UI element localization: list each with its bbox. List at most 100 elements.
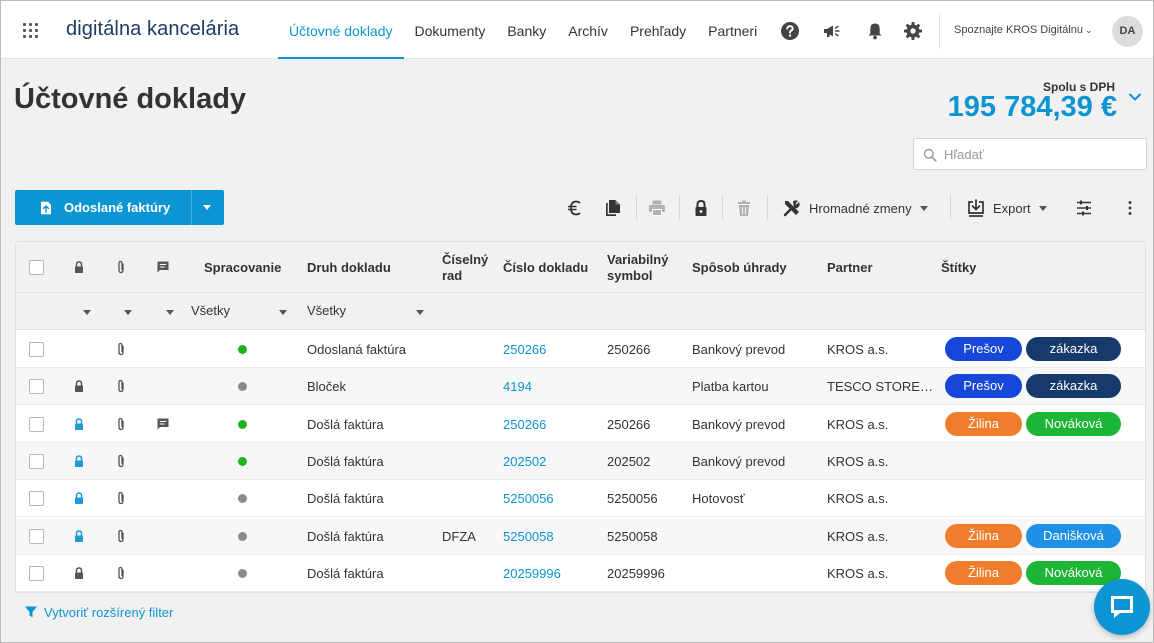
apps-grid-icon[interactable]: [23, 23, 41, 39]
row-checkbox[interactable]: [29, 416, 44, 432]
nav-item-uctovne-doklady[interactable]: Účtovné doklady: [278, 1, 404, 59]
tag-badge[interactable]: zákazka: [1026, 337, 1121, 361]
tag-badge[interactable]: Prešov: [945, 374, 1022, 399]
row-checkbox[interactable]: [29, 565, 44, 581]
trash-icon[interactable]: [734, 198, 754, 218]
chat-button[interactable]: [1094, 579, 1150, 635]
lock-icon[interactable]: [691, 198, 711, 218]
table-row[interactable]: Došlá faktúra 20259996 20259996 KROS a.s. Ži…: [16, 554, 1145, 592]
filter-icon: [25, 606, 37, 618]
search-input[interactable]: [944, 139, 1140, 169]
column-settings-icon[interactable]: [1074, 198, 1094, 218]
chevron-down-icon[interactable]: [1127, 89, 1143, 105]
select-all-checkbox[interactable]: [29, 260, 44, 275]
total-value: 195 784,39 €: [947, 91, 1117, 123]
attachment-icon[interactable]: [114, 417, 128, 431]
doc-number-link[interactable]: 4194: [503, 379, 532, 394]
nav-item-prehlady[interactable]: Prehľady: [619, 1, 697, 59]
help-icon[interactable]: [780, 21, 800, 41]
toolbar-divider: [950, 195, 951, 220]
table-row[interactable]: Došlá faktúra DFZA 5250058 5250058 KROS a.s.…: [16, 517, 1145, 555]
column-header-series[interactable]: Číselný rad: [442, 252, 488, 284]
status-dot: [238, 494, 247, 504]
column-header-doc-type[interactable]: Druh dokladu: [307, 260, 391, 276]
status-dot: [238, 531, 247, 541]
table-row[interactable]: Bloček 4194 Platba kartou TESCO STORE… Prešo…: [16, 368, 1145, 406]
nav-item-archiv[interactable]: Archív: [557, 1, 619, 59]
bulk-changes-menu[interactable]: Hromadné zmeny: [809, 201, 928, 216]
tag-badge[interactable]: Danišková: [1026, 523, 1121, 548]
advanced-filter-link[interactable]: Vytvoriť rozšírený filter: [24, 605, 173, 620]
attachment-icon[interactable]: [114, 342, 128, 356]
attachment-icon[interactable]: [114, 491, 128, 505]
gear-icon[interactable]: [903, 21, 923, 41]
attachment-filter-dropdown[interactable]: [124, 310, 132, 315]
app-window: digitálna kancelária Účtovné doklady Dok…: [0, 0, 1154, 643]
table-row[interactable]: Odoslaná faktúra 250266 250266 Bankový prev…: [16, 331, 1145, 368]
tag-badge[interactable]: Nováková: [1026, 411, 1121, 436]
nav-item-banky[interactable]: Banky: [496, 1, 557, 59]
doc-number-link[interactable]: 20259996: [503, 566, 561, 581]
tag-badge[interactable]: Nováková: [1026, 560, 1121, 585]
lock-icon: [75, 261, 83, 273]
processing-filter-value[interactable]: Všetky: [191, 303, 230, 318]
column-header-payment[interactable]: Spôsob úhrady: [692, 260, 787, 276]
megaphone-icon[interactable]: [822, 21, 842, 41]
tag-badge[interactable]: Žilina: [945, 523, 1022, 548]
bell-icon[interactable]: [865, 21, 885, 41]
payment-cell: Bankový prevod: [692, 416, 786, 432]
series-cell: DFZA: [442, 528, 476, 544]
row-checkbox[interactable]: [29, 453, 44, 469]
button-divider: [191, 190, 192, 225]
partner-cell: TESCO STORE…: [827, 379, 933, 395]
tag-badge[interactable]: Prešov: [945, 337, 1022, 361]
processing-filter-dropdown[interactable]: [279, 310, 287, 315]
nav-item-partneri[interactable]: Partneri: [697, 1, 768, 59]
chat-icon: [1111, 596, 1133, 618]
column-header-tags[interactable]: Štítky: [941, 260, 976, 276]
attachment-icon[interactable]: [114, 566, 128, 580]
copy-icon[interactable]: [603, 198, 623, 218]
doc-number-link[interactable]: 5250058: [503, 529, 554, 544]
lock-filter-dropdown[interactable]: [83, 310, 91, 315]
tag-badge[interactable]: zákazka: [1026, 374, 1121, 399]
doc-number-link[interactable]: 250266: [503, 342, 546, 357]
table-row[interactable]: Došlá faktúra 250266 250266 Bankový prevod K…: [16, 405, 1145, 443]
column-header-doc-number[interactable]: Číslo dokladu: [503, 260, 588, 276]
row-checkbox[interactable]: [29, 528, 44, 544]
table-row[interactable]: Došlá faktúra 5250056 5250056 Hotovosť KROS …: [16, 480, 1145, 518]
nav-item-dokumenty[interactable]: Dokumenty: [404, 1, 497, 59]
tag-badge[interactable]: Žilina: [945, 411, 1022, 436]
toolbar-divider: [679, 195, 680, 220]
more-options-icon[interactable]: [1120, 198, 1140, 218]
column-header-processing[interactable]: Spracovanie: [204, 260, 281, 276]
attachment-icon[interactable]: [114, 529, 128, 543]
attachment-icon[interactable]: [114, 379, 128, 393]
caret-down-icon[interactable]: [203, 205, 211, 210]
brand-logo[interactable]: digitálna kancelária: [66, 18, 239, 41]
avatar[interactable]: DA: [1112, 16, 1143, 47]
print-icon[interactable]: [647, 198, 667, 218]
doc-number-link[interactable]: 202502: [503, 454, 546, 469]
comment-icon[interactable]: [156, 417, 170, 431]
column-header-variable-symbol[interactable]: Variabilný symbol: [607, 252, 668, 284]
comment-icon: [157, 261, 169, 273]
variable-symbol-cell: 202502: [607, 453, 651, 469]
row-checkbox[interactable]: [29, 342, 44, 357]
euro-icon[interactable]: [565, 198, 585, 218]
tag-badge[interactable]: Žilina: [945, 560, 1022, 585]
doc-type-filter-dropdown[interactable]: [416, 310, 424, 315]
export-menu[interactable]: Export: [993, 201, 1047, 216]
toolbar-divider: [767, 195, 768, 220]
sent-invoices-button[interactable]: Odoslané faktúry: [15, 190, 224, 225]
user-menu[interactable]: Spoznajte KROS Digitálnu ⌄: [954, 24, 1093, 36]
row-checkbox[interactable]: [29, 491, 44, 507]
doc-number-link[interactable]: 250266: [503, 417, 546, 432]
attachment-icon[interactable]: [114, 454, 128, 468]
comment-filter-dropdown[interactable]: [166, 310, 174, 315]
doc-type-filter-value[interactable]: Všetky: [307, 303, 346, 318]
table-row[interactable]: Došlá faktúra 202502 202502 Bankový prevod K…: [16, 442, 1145, 480]
doc-number-link[interactable]: 5250056: [503, 491, 554, 506]
column-header-partner[interactable]: Partner: [827, 260, 873, 276]
row-checkbox[interactable]: [29, 379, 44, 395]
